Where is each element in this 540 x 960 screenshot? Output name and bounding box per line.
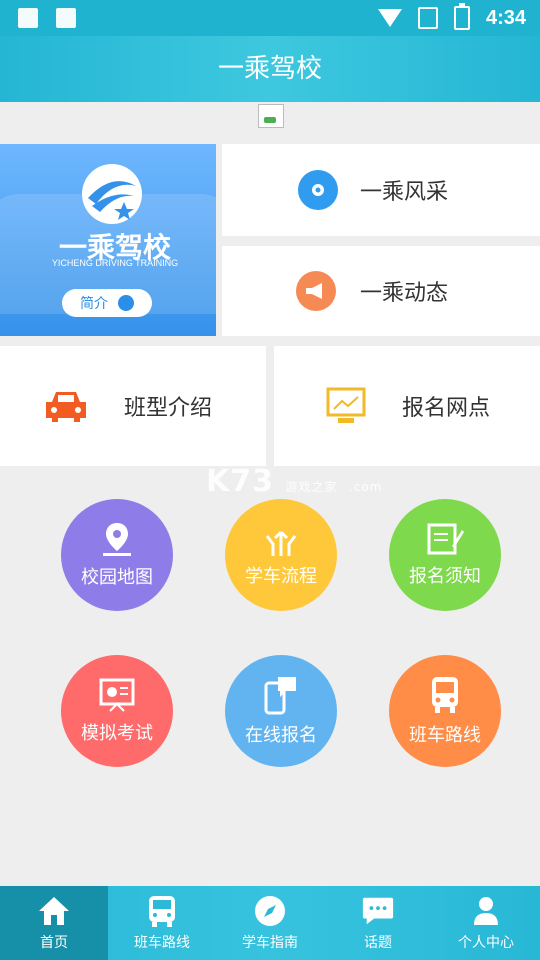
tab-label: 个人中心 (458, 935, 514, 951)
watermark-domain: .com (348, 480, 383, 494)
compass-icon (253, 894, 287, 928)
grid-label: 报名须知 (409, 566, 481, 587)
grid-label: 学车流程 (245, 566, 317, 587)
phone-chat-icon (264, 677, 296, 715)
map-pin-icon (103, 523, 131, 556)
megaphone-icon (296, 271, 336, 311)
clock: 4:34 (485, 6, 526, 29)
watermark-text: K73 (206, 464, 274, 499)
grid-learning-process[interactable]: 学车流程 (225, 499, 337, 611)
grid-label: 模拟考试 (81, 723, 153, 744)
image-icon (18, 8, 38, 28)
broken-image-icon (258, 104, 284, 128)
tab-label: 学车指南 (242, 935, 298, 951)
intro-label: 简介 (80, 296, 108, 312)
tab-personal-center[interactable]: 个人中心 (432, 886, 540, 960)
brand-subtitle: YICHENG DRIVING TRAINING (51, 258, 179, 268)
battery-icon (453, 3, 470, 30)
tab-topics[interactable]: 话题 (324, 886, 432, 960)
tab-home[interactable]: 首页 (0, 886, 108, 960)
card-label: 一乘风采 (360, 180, 449, 205)
home-icon (37, 894, 71, 928)
grid-online-signup[interactable]: 在线报名 (225, 655, 337, 767)
grid-label: 班车路线 (409, 725, 481, 746)
card-label: 班型介绍 (124, 396, 213, 421)
grid-shuttle-route[interactable]: 班车路线 (389, 655, 501, 767)
arrow-right-icon (118, 295, 134, 311)
grid-label: 校园地图 (81, 567, 153, 588)
brand-logo-icon (82, 164, 142, 224)
presentation-icon (326, 387, 366, 423)
grid-mock-exam[interactable]: 模拟考试 (61, 655, 173, 767)
card-class-intro[interactable]: 班型介绍 (0, 346, 266, 466)
app-header: 一乘驾校 (0, 36, 540, 102)
car-icon (46, 392, 86, 422)
person-icon (469, 894, 503, 928)
tab-label: 首页 (40, 935, 68, 951)
card-yicheng-news[interactable]: 一乘动态 (222, 246, 540, 336)
card-label: 一乘动态 (360, 281, 449, 306)
intro-button[interactable]: 简介 (62, 289, 152, 317)
card-signup-points[interactable]: 报名网点 (274, 346, 540, 466)
bus-icon (432, 677, 458, 713)
page-title: 一乘驾校 (217, 54, 322, 84)
bus-icon (145, 894, 179, 928)
watermark: K73 游戏之家 .com (206, 464, 382, 499)
chat-bubble-icon (361, 894, 395, 928)
tab-learning-guide[interactable]: 学车指南 (216, 886, 324, 960)
wifi-icon (377, 9, 402, 27)
text-icon (56, 8, 76, 28)
card-label: 报名网点 (402, 396, 491, 421)
notepad-icon (427, 523, 464, 555)
status-bar: 4:34 (0, 0, 540, 36)
grid-campus-map[interactable]: 校园地图 (61, 499, 173, 611)
grid-label: 在线报名 (245, 725, 317, 746)
head-gear-icon (298, 170, 338, 210)
bottom-tab-bar: 首页 班车路线 学车指南 话题 个人中心 (0, 886, 540, 960)
tab-label: 班车路线 (134, 935, 190, 951)
branch-arrows-icon (265, 530, 297, 556)
tab-shuttle-route[interactable]: 班车路线 (108, 886, 216, 960)
card-yicheng-style[interactable]: 一乘风采 (222, 144, 540, 236)
no-sim-icon (417, 7, 438, 29)
screen-chart-icon (99, 678, 135, 712)
watermark-sub: 游戏之家 (285, 480, 338, 494)
grid-signup-notice[interactable]: 报名须知 (389, 499, 501, 611)
tab-label: 话题 (364, 935, 392, 951)
